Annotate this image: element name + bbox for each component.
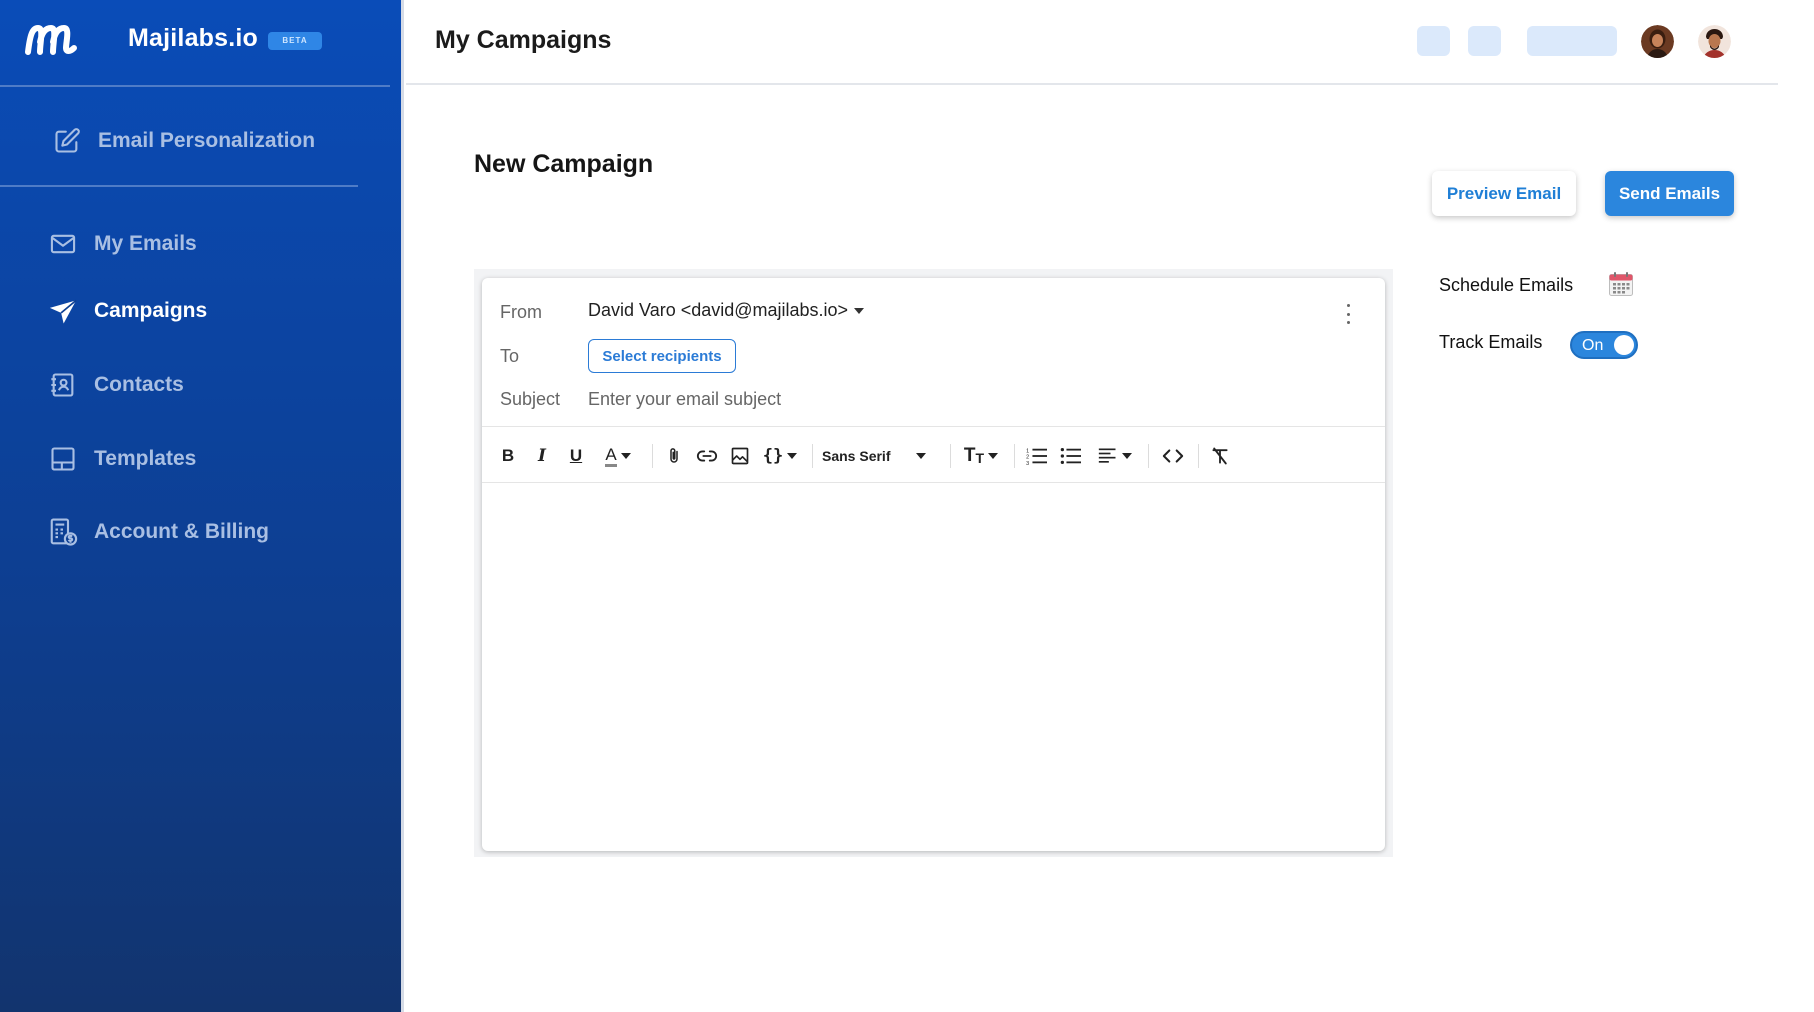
select-recipients-button[interactable]: Select recipients: [588, 339, 736, 373]
chevron-down-icon: [988, 453, 999, 459]
sidebar-item-contacts[interactable]: Contacts: [48, 368, 184, 402]
bold-icon[interactable]: B: [496, 441, 520, 471]
sidebar-item-label: Account & Billing: [94, 520, 269, 543]
subject-label: Subject: [500, 389, 561, 409]
sidebar-item-label: Contacts: [94, 373, 184, 396]
page-title: My Campaigns: [435, 26, 612, 54]
sidebar: Majilabs.io BETA Email Personalization M…: [0, 0, 404, 1012]
toggle-knob: [1614, 335, 1634, 355]
schedule-emails-label: Schedule Emails: [1439, 275, 1574, 295]
brand-name: Majilabs.io: [128, 24, 259, 52]
app-root: Majilabs.io BETA Email Personalization M…: [0, 0, 1814, 1012]
clear-formatting-icon[interactable]: [1206, 441, 1234, 471]
svg-text:2: 2: [1026, 455, 1029, 461]
sidebar-item-my-emails[interactable]: My Emails: [48, 227, 197, 261]
toolbar-separator: [950, 444, 951, 468]
majilabs-logo-icon: [25, 25, 77, 55]
attachment-icon[interactable]: [662, 441, 686, 471]
from-value: David Varo <david@majilabs.io>: [588, 300, 849, 320]
toolbar-separator: [1014, 444, 1015, 468]
avatar[interactable]: [1641, 25, 1674, 58]
track-emails-toggle[interactable]: On: [1570, 331, 1638, 359]
image-icon[interactable]: [728, 441, 752, 471]
edit-icon: [52, 126, 82, 156]
sidebar-item-account-billing[interactable]: Account & Billing: [48, 515, 269, 549]
variables-icon[interactable]: {}: [758, 441, 802, 471]
preview-email-button[interactable]: Preview Email: [1432, 171, 1576, 216]
billing-icon: [48, 517, 78, 547]
svg-text:1: 1: [1026, 448, 1029, 454]
font-family-value: Sans Serif: [822, 448, 891, 464]
compose-divider: [482, 426, 1385, 427]
font-family-select[interactable]: Sans Serif: [822, 441, 926, 471]
italic-icon[interactable]: I: [530, 441, 554, 471]
sidebar-item-templates[interactable]: Templates: [48, 442, 196, 476]
sidebar-divider: [0, 185, 358, 187]
toggle-label: On: [1582, 337, 1604, 354]
sidebar-item-campaigns[interactable]: Campaigns: [48, 294, 207, 328]
more-options-icon[interactable]: [1344, 304, 1352, 324]
mail-icon: [48, 229, 78, 259]
toolbar-separator: [812, 444, 813, 468]
chevron-down-icon: [620, 453, 631, 459]
sidebar-item-label: Campaigns: [94, 299, 208, 322]
sidebar-item-label: Templates: [94, 447, 197, 470]
calendar-icon[interactable]: [1608, 271, 1634, 297]
bullet-list-icon[interactable]: [1058, 441, 1084, 471]
header-action-button[interactable]: [1527, 26, 1617, 56]
chevron-down-icon: [1122, 453, 1132, 459]
avatar[interactable]: [1698, 25, 1731, 58]
link-icon[interactable]: [694, 441, 720, 471]
compose-card: From David Varo <david@majilabs.io> To S…: [482, 278, 1385, 851]
contacts-book-icon: [48, 370, 78, 400]
section-title: New Campaign: [474, 150, 654, 178]
send-emails-button[interactable]: Send Emails: [1605, 171, 1734, 216]
align-icon[interactable]: [1092, 441, 1138, 471]
sidebar-item-label: My Emails: [94, 232, 197, 255]
top-header: My Campaigns: [406, 0, 1778, 85]
toolbar-separator: [1148, 444, 1149, 468]
chevron-down-icon: [916, 453, 926, 459]
toolbar-separator: [652, 444, 653, 468]
template-icon: [48, 444, 78, 474]
brand: Majilabs.io BETA: [0, 0, 390, 86]
header-action-button[interactable]: [1417, 26, 1450, 56]
numbered-list-icon[interactable]: 1 2 3: [1024, 441, 1050, 471]
underline-icon[interactable]: U: [564, 441, 588, 471]
code-view-icon[interactable]: [1158, 441, 1188, 471]
email-body-editor[interactable]: [483, 483, 1384, 849]
chevron-down-icon: [854, 307, 865, 314]
toolbar-separator: [1198, 444, 1199, 468]
beta-badge: BETA: [268, 32, 322, 50]
sidebar-item-label: Email Personalization: [98, 129, 316, 152]
paper-plane-icon: [48, 296, 78, 326]
track-emails-label: Track Emails: [1439, 332, 1543, 352]
subject-input[interactable]: [588, 382, 1328, 416]
header-action-button[interactable]: [1468, 26, 1501, 56]
text-color-icon[interactable]: A: [596, 441, 640, 471]
from-label: From: [500, 302, 542, 322]
to-label: To: [500, 346, 520, 366]
from-select[interactable]: David Varo <david@majilabs.io>: [588, 300, 865, 321]
svg-text:3: 3: [1026, 461, 1029, 466]
chevron-down-icon: [787, 453, 798, 459]
sidebar-divider: [0, 85, 390, 87]
sidebar-item-email-personalization[interactable]: Email Personalization: [52, 124, 315, 158]
font-size-icon[interactable]: TT: [960, 441, 1002, 471]
